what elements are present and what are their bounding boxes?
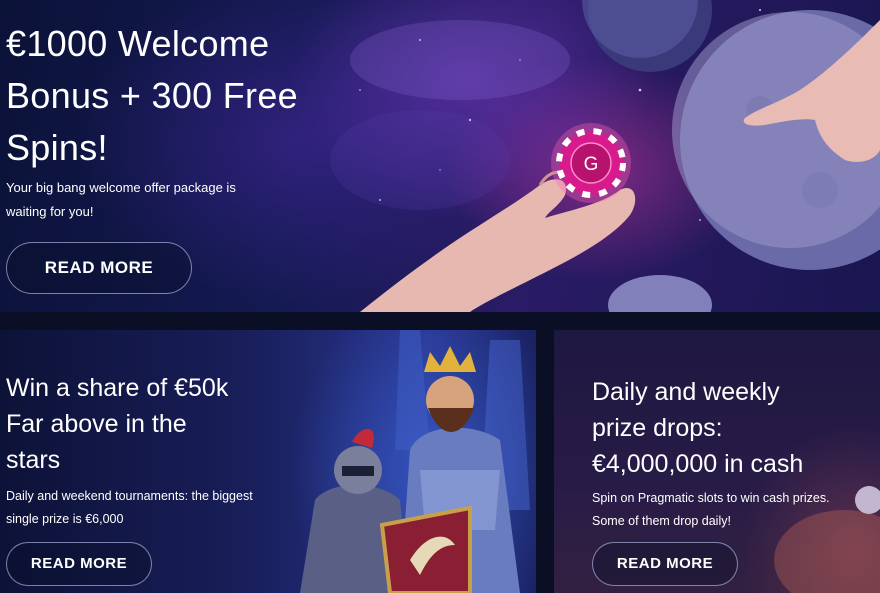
tournament-subtitle: Daily and weekend tournaments: the bigge… — [6, 485, 316, 531]
card-subtitle-line: single prize is €6,000 — [6, 512, 124, 526]
card-title-line: Win a share of €50k — [6, 374, 229, 402]
card-title-line: Daily and weekly — [592, 378, 780, 406]
prize-drops-title: Daily and weekly prize drops: €4,000,000… — [592, 374, 880, 482]
hero-subtitle: Your big bang welcome offer package is w… — [6, 176, 316, 224]
hero-title-line: Spins! — [6, 127, 108, 168]
helmet-visor — [342, 466, 374, 476]
welcome-bonus-banner: G €1000 Welcome Bonus + 300 Free Spins! … — [0, 0, 880, 312]
tournament-promo-card: Win a share of €50k Far above in the sta… — [0, 330, 536, 593]
small-planet — [608, 275, 712, 312]
card-title-line: prize drops: — [592, 414, 723, 442]
tournament-title: Win a share of €50k Far above in the sta… — [6, 370, 326, 478]
card-subtitle-line: Some of them drop daily! — [592, 514, 731, 528]
hero-title: €1000 Welcome Bonus + 300 Free Spins! — [6, 18, 386, 174]
card-title-line: stars — [6, 446, 61, 474]
hero-title-line: Bonus + 300 Free — [6, 75, 298, 116]
crown-icon — [424, 346, 476, 372]
moon-crater — [802, 172, 838, 208]
crystal-spire — [395, 330, 430, 450]
hero-title-line: €1000 Welcome — [6, 23, 270, 64]
tournament-read-more-button[interactable]: READ MORE — [6, 542, 152, 586]
chip-logo-letter: G — [584, 154, 599, 175]
hero-subtitle-line: waiting for you! — [6, 204, 94, 219]
card-subtitle-line: Spin on Pragmatic slots to win cash priz… — [592, 491, 830, 505]
prize-drops-subtitle: Spin on Pragmatic slots to win cash priz… — [592, 487, 880, 533]
prize-drops-promo-card: Daily and weekly prize drops: €4,000,000… — [554, 330, 880, 593]
card-subtitle-line: Daily and weekend tournaments: the bigge… — [6, 489, 253, 503]
card-title-line: Far above in the — [6, 410, 187, 438]
card-title-line: €4,000,000 in cash — [592, 450, 804, 478]
prize-drops-read-more-button[interactable]: READ MORE — [592, 542, 738, 586]
casino-chip-icon: G — [551, 123, 631, 203]
hero-subtitle-line: Your big bang welcome offer package is — [6, 180, 236, 195]
helmet-plume — [352, 428, 374, 448]
hero-read-more-button[interactable]: READ MORE — [6, 242, 192, 294]
